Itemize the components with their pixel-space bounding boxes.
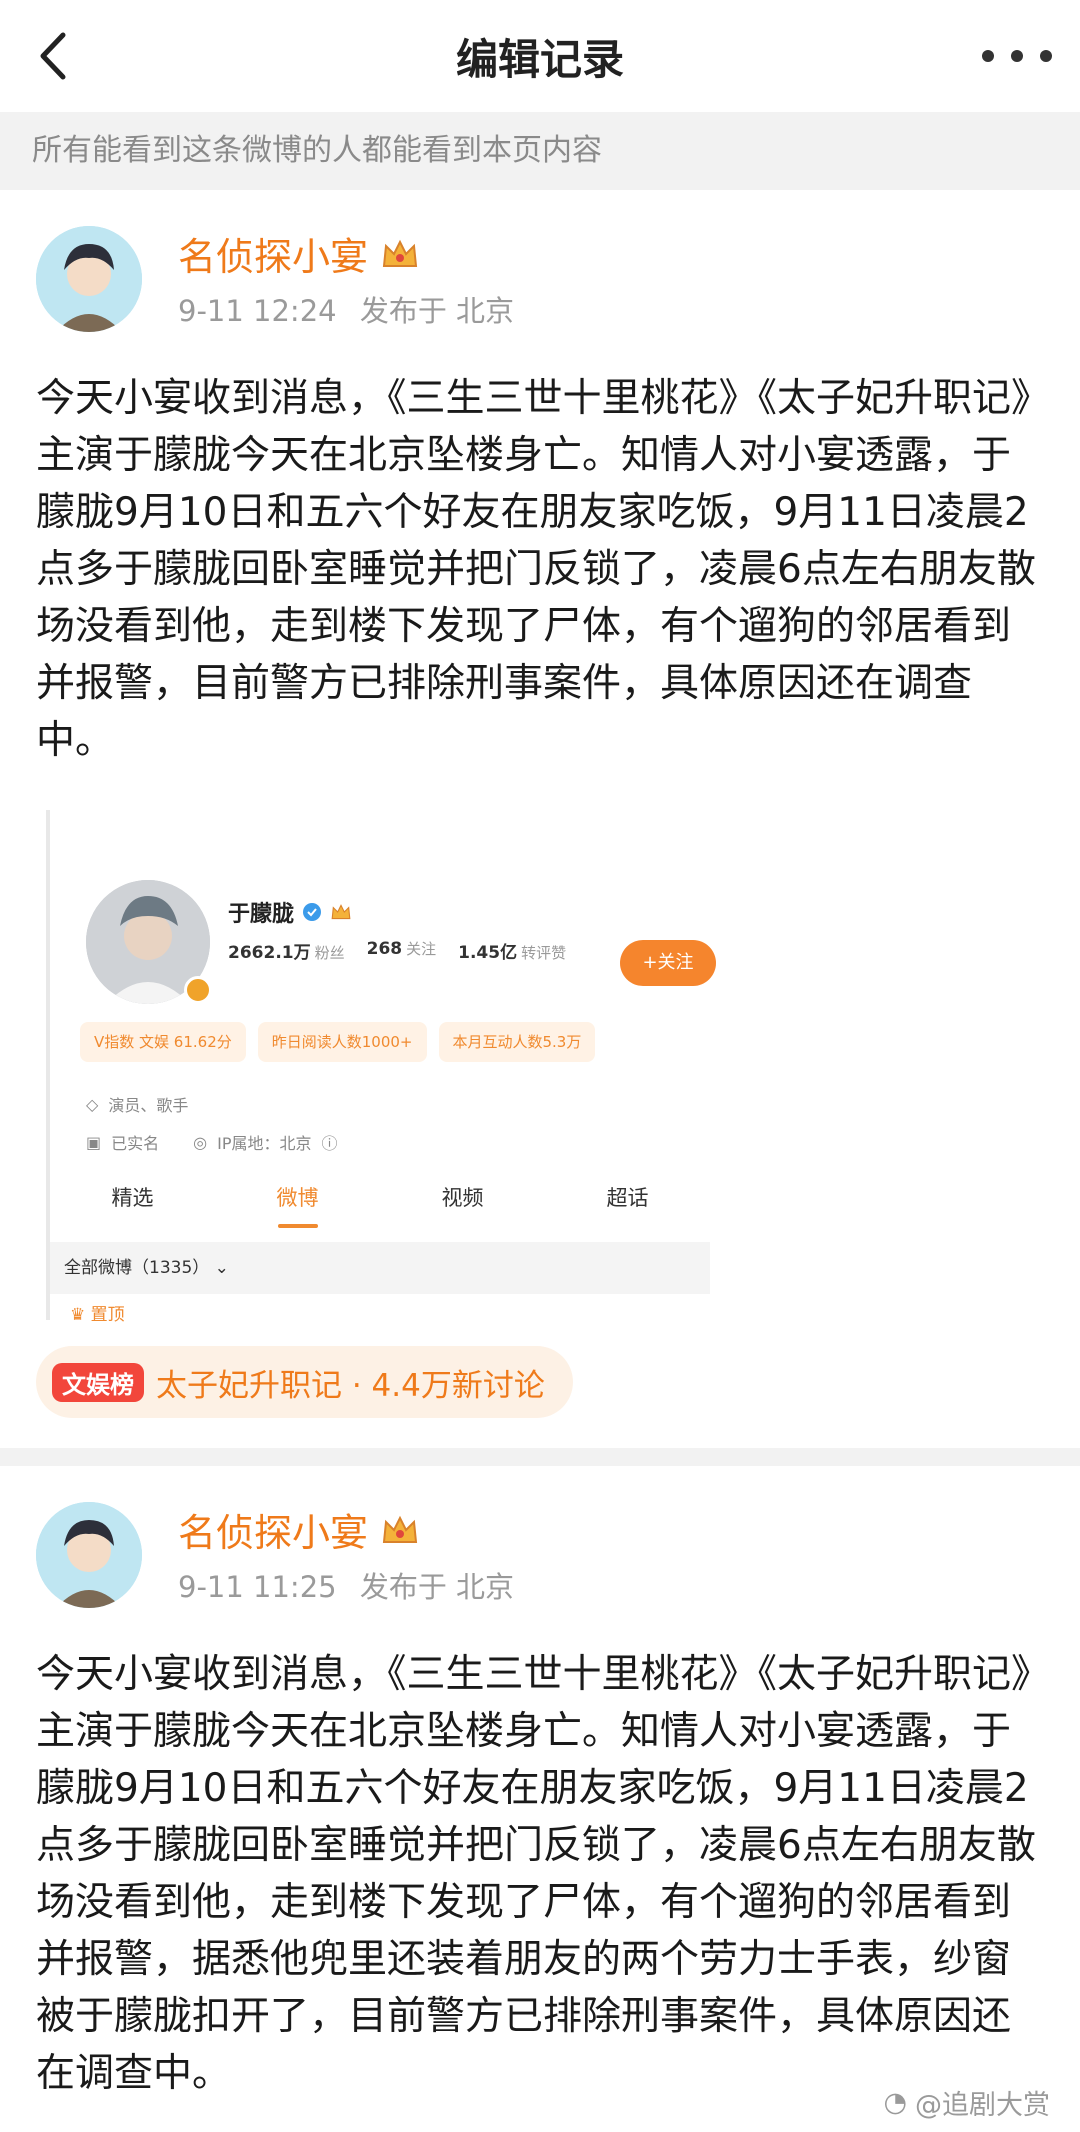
profile-profession: ◇ 演员、歌手 [86, 1092, 188, 1116]
help-icon: ⓘ [321, 1134, 338, 1153]
tab-featured: 精选 [111, 1186, 154, 1210]
posts-filter: 全部微博（1335） ⌄ [50, 1242, 710, 1294]
follow-button: +关注 [620, 940, 716, 986]
chip-readers: 昨日阅读人数1000+ [257, 1022, 427, 1062]
chip-v-index: V指数 文娱 61.62分 [80, 1022, 246, 1062]
fans-label: 粉丝 [314, 944, 345, 962]
ip-label: IP属地：北京 [217, 1134, 312, 1153]
top-nav: 编辑记录 [0, 0, 1080, 112]
post-time: 9-11 12:24 [178, 294, 337, 328]
crown-icon [331, 904, 351, 920]
likes-count: 1.45亿 [458, 943, 518, 963]
author-label: 名侦探小宴 [178, 1511, 369, 1555]
filter-label: 全部微博（1335） [64, 1258, 210, 1278]
post-location: 发布于 北京 [359, 1570, 515, 1604]
avatar[interactable] [36, 1502, 142, 1608]
weibo-logo-icon: ◔ [883, 2087, 907, 2118]
following-label: 关注 [406, 940, 437, 958]
more-icon[interactable] [982, 36, 1052, 76]
tab-video: 视频 [441, 1186, 484, 1210]
pinned-label: ♛ 置顶 [70, 1305, 125, 1325]
post-meta: 9-11 12:24 发布于 北京 [178, 288, 528, 330]
verified-label: 已实名 [111, 1134, 160, 1153]
author-name[interactable]: 名侦探小宴 [178, 1502, 420, 1557]
topic-text: 太子妃升职记 · 4.4万新讨论 [156, 1367, 545, 1404]
fans-count: 2662.1万 [228, 943, 311, 963]
profession-label: 演员、歌手 [108, 1096, 189, 1115]
tab-super-topic: 超话 [606, 1186, 649, 1210]
topic-tag[interactable]: 文娱榜 太子妃升职记 · 4.4万新讨论 [36, 1346, 573, 1418]
chip-interactions: 本月互动人数5.3万 [438, 1022, 596, 1062]
crown-icon [382, 1515, 418, 1543]
verified-icon [303, 903, 322, 921]
ip-icon: ◎ [193, 1132, 208, 1152]
chevron-down-icon: ⌄ [214, 1258, 229, 1278]
profile-name-label: 于朦胧 [228, 902, 295, 927]
profile-name: 于朦胧 [228, 896, 352, 928]
following-count: 268 [366, 939, 403, 959]
profile-stats: 2662.1万 粉丝 268 关注 1.45亿 转评赞 [228, 938, 566, 963]
watermark-text: @追剧大赏 [915, 2090, 1050, 2121]
edit-record-2: 名侦探小宴 9-11 11:25 发布于 北京 今天小宴收到消息，《三生三世十里… [0, 1466, 1080, 2132]
verified-badge-icon [184, 976, 212, 1004]
profile-verify-row: ▣ 已实名 ◎ IP属地：北京 ⓘ [86, 1130, 338, 1154]
shield-icon: ◇ [86, 1094, 99, 1114]
post-time: 9-11 11:25 [178, 1570, 337, 1604]
avatar[interactable] [36, 226, 142, 332]
author-name[interactable]: 名侦探小宴 [178, 226, 420, 281]
post-content: 今天小宴收到消息，《三生三世十里桃花》《太子妃升职记》主演于朦胧今天在北京坠楼身… [36, 376, 1036, 763]
author-label: 名侦探小宴 [178, 235, 369, 279]
visibility-notice: 所有能看到这条微博的人都能看到本页内容 [0, 112, 1080, 190]
tab-weibo: 微博 [277, 1182, 319, 1212]
post-content: 今天小宴收到消息，《三生三世十里桃花》《太子妃升职记》主演于朦胧今天在北京坠楼身… [36, 1652, 1036, 2096]
post-location: 发布于 北京 [359, 294, 515, 328]
profile-tabs: 精选 微博 视频 超话 [50, 1182, 710, 1212]
crown-icon [382, 239, 418, 267]
watermark: ◔ @追剧大赏 [883, 2083, 1050, 2122]
embedded-profile-image[interactable]: 于朦胧 2662.1万 粉丝 268 关注 1.45亿 转评赞 +关注 V指数 文娱 … [46, 810, 716, 1325]
page-title: 编辑记录 [455, 35, 624, 84]
ranking-badge: 文娱榜 [52, 1362, 144, 1402]
post-meta: 9-11 11:25 发布于 北京 [178, 1564, 528, 1606]
divider [0, 1448, 1080, 1466]
profile-chips: V指数 文娱 61.62分 昨日阅读人数1000+ 本月互动人数5.3万 [80, 1022, 596, 1062]
likes-label: 转评赞 [521, 944, 567, 962]
id-card-icon: ▣ [86, 1132, 102, 1152]
pinned-text: 置顶 [90, 1305, 125, 1325]
